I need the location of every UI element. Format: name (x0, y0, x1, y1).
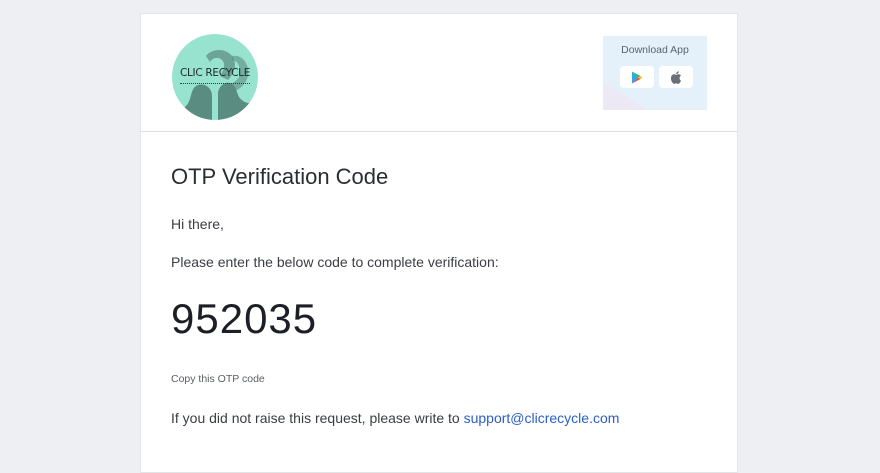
otp-code[interactable]: 952035 (171, 295, 317, 343)
support-footer-prefix: If you did not raise this request, pleas… (171, 410, 464, 426)
email-title: OTP Verification Code (171, 164, 389, 189)
email-header: CLIC RECYCLE Download App (141, 14, 737, 132)
brand-logo: CLIC RECYCLE (172, 34, 258, 120)
apple-icon (670, 70, 681, 84)
greeting-text: Hi there, (171, 216, 224, 232)
copy-otp-hint: Copy this OTP code (171, 373, 265, 385)
app-store-button[interactable] (659, 66, 693, 88)
brand-logo-text: CLIC RECYCLE (179, 67, 251, 79)
support-footer-text: If you did not raise this request, pleas… (171, 410, 619, 426)
google-play-button[interactable] (620, 66, 654, 88)
download-app-box: Download App (603, 36, 707, 110)
email-card: CLIC RECYCLE Download App OTP Verificati… (140, 13, 738, 473)
instruction-text: Please enter the below code to complete … (171, 254, 499, 270)
support-email-link[interactable]: support@clicrecycle.com (464, 410, 620, 426)
brand-tagline-line (180, 83, 250, 86)
download-app-title: Download App (621, 44, 689, 56)
google-play-icon (632, 71, 643, 83)
